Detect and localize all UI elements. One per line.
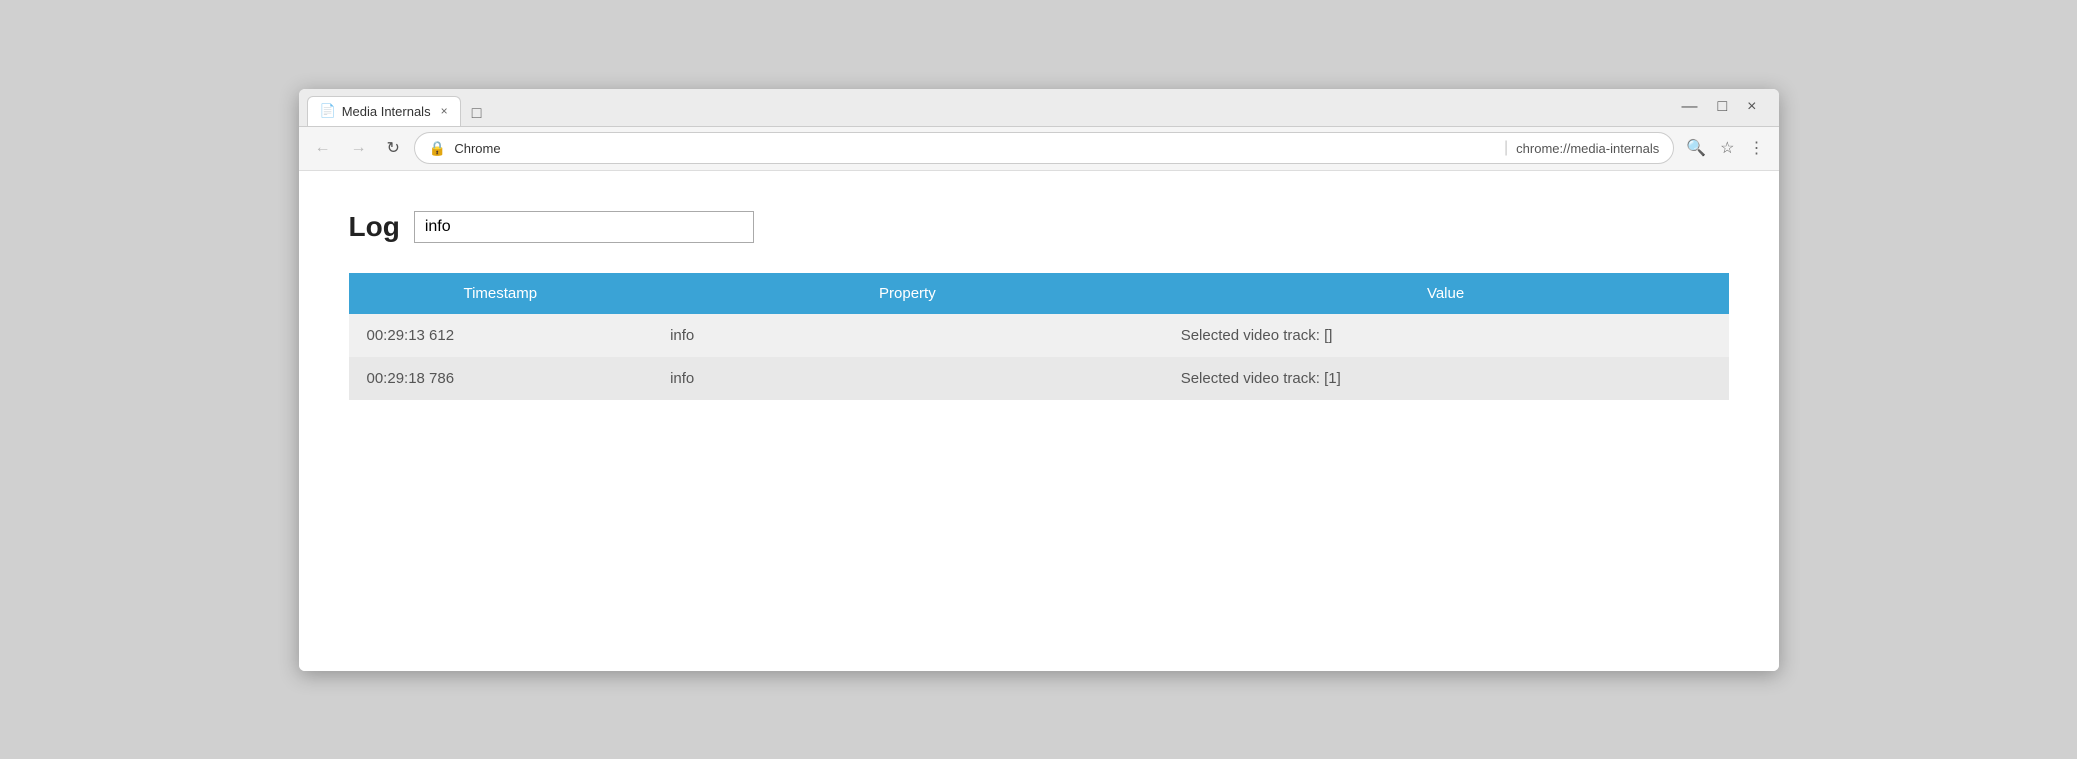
column-header-timestamp: Timestamp bbox=[349, 273, 653, 314]
back-button[interactable]: ← bbox=[309, 135, 337, 161]
url-address: chrome://media-internals bbox=[1516, 141, 1659, 156]
forward-button[interactable]: → bbox=[345, 135, 373, 161]
minimize-button[interactable]: — bbox=[1675, 96, 1703, 118]
close-window-button[interactable]: × bbox=[1741, 96, 1762, 118]
reload-button[interactable]: ↻ bbox=[381, 134, 406, 162]
window-controls: — □ × bbox=[1667, 92, 1770, 122]
url-bar[interactable]: 🔒 Chrome | chrome://media-internals bbox=[414, 132, 1674, 164]
url-divider: | bbox=[1504, 139, 1508, 157]
browser-tab[interactable]: 📄 Media Internals × bbox=[307, 96, 461, 126]
cell-property: info bbox=[652, 357, 1163, 400]
new-tab-button[interactable]: □ bbox=[465, 102, 489, 126]
tab-close-button[interactable]: × bbox=[441, 104, 448, 118]
page-content: Log Timestamp Property Value 00:29:13 61… bbox=[299, 171, 1779, 671]
secure-icon: 🔒 bbox=[429, 140, 446, 157]
url-domain: Chrome bbox=[454, 141, 1496, 156]
address-actions: 🔍 ☆ ⋮ bbox=[1682, 134, 1768, 162]
table-row: 00:29:13 612infoSelected video track: [] bbox=[349, 314, 1729, 357]
cell-property: info bbox=[652, 314, 1163, 357]
tab-icon: 📄 bbox=[320, 103, 336, 119]
column-header-property: Property bbox=[652, 273, 1163, 314]
log-filter-input[interactable] bbox=[414, 211, 754, 243]
more-options-button[interactable]: ⋮ bbox=[1745, 134, 1769, 162]
cell-value: Selected video track: [] bbox=[1163, 314, 1729, 357]
table-row: 00:29:18 786infoSelected video track: [1… bbox=[349, 357, 1729, 400]
log-section: Log bbox=[349, 211, 1729, 243]
browser-window: 📄 Media Internals × □ — □ × ← → ↻ 🔒 Chro… bbox=[299, 89, 1779, 671]
address-bar: ← → ↻ 🔒 Chrome | chrome://media-internal… bbox=[299, 127, 1779, 171]
tab-area: 📄 Media Internals × □ bbox=[307, 89, 1668, 126]
bookmark-button[interactable]: ☆ bbox=[1716, 134, 1738, 162]
title-bar: 📄 Media Internals × □ — □ × bbox=[299, 89, 1779, 127]
search-icon-button[interactable]: 🔍 bbox=[1682, 134, 1710, 162]
column-header-value: Value bbox=[1163, 273, 1729, 314]
log-label: Log bbox=[349, 211, 400, 243]
cell-value: Selected video track: [1] bbox=[1163, 357, 1729, 400]
cell-timestamp: 00:29:18 786 bbox=[349, 357, 653, 400]
cell-timestamp: 00:29:13 612 bbox=[349, 314, 653, 357]
table-header-row: Timestamp Property Value bbox=[349, 273, 1729, 314]
log-table: Timestamp Property Value 00:29:13 612inf… bbox=[349, 273, 1729, 400]
tab-title: Media Internals bbox=[342, 104, 431, 119]
maximize-button[interactable]: □ bbox=[1711, 96, 1733, 118]
